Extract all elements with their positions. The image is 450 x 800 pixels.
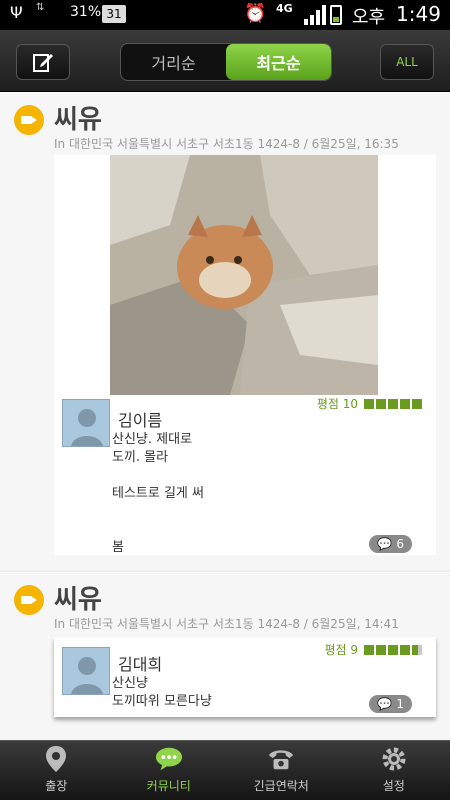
post-meta: In 대한민국 서울특별시 서초구 서초1동 1424-8 / 6월25일, 1… [54,617,399,631]
post-item[interactable]: 씨유 In 대한민국 서울특별시 서초구 서초1동 1424-8 / 6월25일… [0,572,450,740]
user-silhouette-icon [71,409,103,446]
bottom-nav: 출장 커뮤니티 긴급연락처 설정 [0,740,450,800]
location-pin-icon [14,585,44,615]
battery-percent: 31% [70,4,102,20]
rating-label: 평점 9 [324,643,358,657]
post-photo[interactable] [110,155,378,395]
nav-item-settings[interactable]: 설정 [338,741,450,800]
rating: 평점 10 [317,395,422,412]
nav-label: 커뮤니티 [146,779,191,793]
nav-label: 긴급연락처 [253,779,309,793]
compose-button[interactable] [16,44,70,80]
usb-icon: Ψ [10,3,23,22]
post-title: 씨유 [54,585,102,615]
rating-label: 평점 10 [316,397,358,411]
post-item[interactable]: 씨유 In 대한민국 서울특별시 서초구 서초1동 1424-8 / 6월25일… [0,92,450,570]
avatar[interactable] [62,399,110,447]
avatar[interactable] [62,647,110,695]
speech-bubble-icon: 💬 [377,697,393,711]
comment-count: 1 [396,697,404,711]
location-pin-icon [14,105,44,135]
top-toolbar: 거리순 최근순 ALL [0,30,450,92]
post-feed[interactable]: 씨유 In 대한민국 서울특별시 서초구 서초1동 1424-8 / 6월25일… [0,92,450,740]
comment-count-badge[interactable]: 💬 6 [369,535,412,553]
tab-recent[interactable]: 최근순 [226,44,331,80]
rating-bar [364,644,422,655]
comment-count: 6 [396,537,404,551]
nav-item-emergency-contacts[interactable]: 긴급연락처 [225,741,338,800]
review-card[interactable]: 김대희 평점 9 산신냥 도끼따위 모른다냥 💬 1 [54,637,436,717]
edit-icon [33,54,53,72]
sort-segmented-control: 거리순 최근순 [120,43,332,81]
user-silhouette-icon [71,657,103,694]
tab-distance[interactable]: 거리순 [121,44,226,80]
clock-ampm: 오후 [352,7,386,28]
all-button[interactable]: ALL [380,44,434,80]
speech-bubble-icon: 💬 [377,537,393,551]
status-bar: Ψ ⇅ 31% 31 ⏰ 4G 오후 1:49 [0,0,450,30]
nav-item-community[interactable]: 커뮤니티 [113,741,226,800]
post-title: 씨유 [54,105,102,135]
chat-bubble-icon [155,745,183,773]
rating-bar [364,398,422,409]
reviewer-name[interactable]: 김이름 [118,407,162,431]
review-comment: 산신냥. 제대로 도끼. 몰라 테스트로 길게 써 봄 [112,432,204,555]
map-pin-icon [42,745,70,773]
rating: 평점 9 [324,641,422,658]
gear-icon [380,745,408,773]
clock-time: 1:49 [396,2,441,26]
battery-icon [330,5,342,25]
signal-icon [304,5,326,25]
calendar-icon: 31 [102,5,126,23]
reviewer-name[interactable]: 김대희 [118,651,162,675]
review-comment: 산신냥 도끼따위 모른다냥 [112,676,212,709]
network-activity-icon: ⇅ [36,2,45,13]
alarm-icon: ⏰ [244,3,267,24]
post-header: 씨유 In 대한민국 서울특별시 서초구 서초1동 1424-8 / 6월25일… [0,573,450,633]
phone-icon [267,745,295,773]
review-card[interactable]: 김이름 평점 10 산신냥. 제대로 도끼. 몰라 테스트로 길게 써 봄 💬 … [54,395,436,555]
post-header: 씨유 In 대한민국 서울특별시 서초구 서초1동 1424-8 / 6월25일… [0,93,450,153]
nav-label: 출장 [45,779,68,793]
nav-label: 설정 [382,779,405,793]
comment-count-badge[interactable]: 💬 1 [369,695,412,713]
network-type: 4G [276,2,293,15]
post-meta: In 대한민국 서울특별시 서초구 서초1동 1424-8 / 6월25일, 1… [54,137,399,151]
nav-item-trip[interactable]: 출장 [0,741,113,800]
